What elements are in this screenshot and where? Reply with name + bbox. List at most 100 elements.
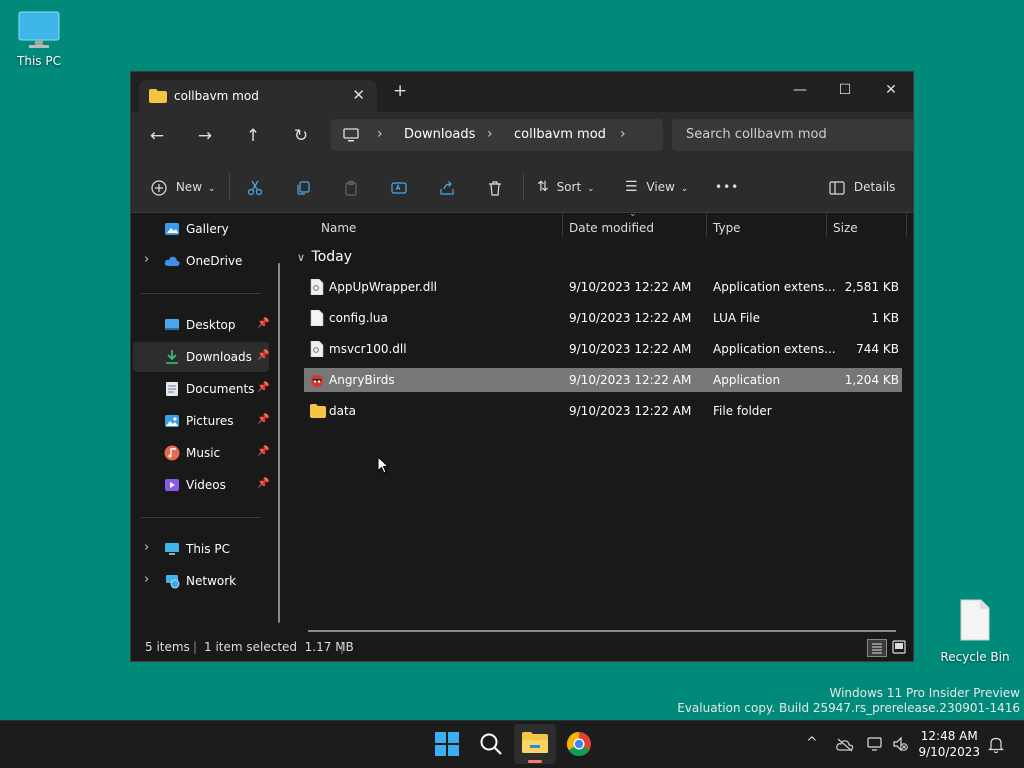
sort-button[interactable]: ⇅ Sort ⌄ <box>537 176 595 198</box>
table-row[interactable]: msvcr100.dll 9/10/2023 12:22 AM Applicat… <box>304 337 902 361</box>
search-icon[interactable] <box>478 731 504 757</box>
column-header-name[interactable]: Name <box>321 221 356 235</box>
plus-circle-icon <box>151 179 167 196</box>
divider <box>229 172 230 200</box>
column-divider[interactable] <box>706 213 707 237</box>
text-file-icon <box>310 310 324 326</box>
divider <box>523 172 524 200</box>
pin-icon[interactable]: 📌 <box>257 350 269 361</box>
search-input-placeholder: Search collbavm mod <box>686 127 827 142</box>
table-row-selected[interactable]: AngryBirds 9/10/2023 12:22 AM Applicatio… <box>304 368 902 392</box>
sidebar-item-gallery[interactable]: Gallery <box>133 214 269 244</box>
sidebar-item-documents[interactable]: Documents 📌 <box>133 374 269 404</box>
group-header-today[interactable]: ∨ Today <box>297 249 352 265</box>
breadcrumb-downloads[interactable]: Downloads <box>404 127 475 142</box>
new-tab-button[interactable]: + <box>393 83 407 100</box>
delete-button[interactable] <box>487 176 503 198</box>
close-window-button[interactable]: ✕ <box>876 78 906 102</box>
view-list-icon: ☰ <box>625 179 638 195</box>
show-hidden-icons-button[interactable]: ^ <box>806 735 818 751</box>
mouse-cursor-icon <box>377 456 389 474</box>
search-box[interactable]: Search collbavm mod <box>672 119 913 151</box>
chevron-right-icon[interactable]: › <box>144 252 149 267</box>
sidebar-item-music[interactable]: Music 📌 <box>133 438 269 468</box>
navigation-bar: ← → ↑ ↻ › Downloads › collbavm mod › Sea… <box>131 112 913 160</box>
chevron-right-icon[interactable]: › <box>144 572 149 587</box>
back-button[interactable]: ← <box>145 124 169 148</box>
column-divider[interactable] <box>906 213 907 237</box>
refresh-button[interactable]: ↻ <box>289 124 313 148</box>
gallery-icon <box>165 223 179 235</box>
table-row[interactable]: data 9/10/2023 12:22 AM File folder <box>304 399 902 423</box>
pin-icon[interactable]: 📌 <box>257 446 269 457</box>
chevron-right-icon[interactable]: › <box>144 540 149 555</box>
chevron-right-icon[interactable]: › <box>620 126 626 142</box>
system-clock[interactable]: 12:48 AM 9/10/2023 <box>918 728 980 760</box>
table-row[interactable]: AppUpWrapper.dll 9/10/2023 12:22 AM Appl… <box>304 275 902 299</box>
tab-close-button[interactable]: ✕ <box>352 86 365 104</box>
desktop-icon-label: Recycle Bin <box>940 650 1010 664</box>
maximize-button[interactable]: ☐ <box>830 78 860 102</box>
view-button-label: View <box>646 180 675 194</box>
computer-icon <box>165 543 179 555</box>
sidebar-item-desktop[interactable]: Desktop 📌 <box>133 310 269 340</box>
forward-button[interactable]: → <box>193 124 217 148</box>
more-options-button[interactable]: ••• <box>715 176 739 198</box>
up-button[interactable]: ↑ <box>241 124 265 148</box>
address-bar[interactable]: › Downloads › collbavm mod › <box>331 119 663 151</box>
recycle-bin-icon <box>960 599 990 641</box>
desktop-icon-this-pc[interactable]: This PC <box>4 10 74 68</box>
network-icon <box>166 575 180 589</box>
column-divider[interactable] <box>826 213 827 237</box>
pin-icon[interactable]: 📌 <box>257 382 269 393</box>
chevron-down-icon: ∨ <box>297 251 306 264</box>
new-button[interactable]: New ⌄ <box>151 176 215 198</box>
sidebar-item-downloads[interactable]: Downloads 📌 <box>133 342 269 372</box>
tiles-view-icon <box>892 640 906 654</box>
pin-icon[interactable]: 📌 <box>257 414 269 425</box>
taskbar: ^ 12:48 AM 9/10/2023 <box>0 720 1024 768</box>
notification-bell-icon[interactable] <box>988 736 1004 754</box>
column-header-type[interactable]: Type <box>713 221 741 235</box>
network-status-icon[interactable] <box>867 736 885 752</box>
windows-start-icon[interactable] <box>434 731 460 757</box>
onedrive-offline-icon[interactable] <box>836 738 854 752</box>
sort-indicator-icon: ⌄ <box>629 209 637 219</box>
rename-icon <box>391 181 407 194</box>
pin-icon[interactable]: 📌 <box>257 318 269 329</box>
rename-button[interactable] <box>391 176 407 198</box>
tiles-view-toggle[interactable] <box>891 639 909 657</box>
copy-button[interactable] <box>295 176 311 198</box>
sidebar-item-onedrive[interactable]: › OneDrive <box>133 246 269 276</box>
sidebar-scrollbar[interactable] <box>278 263 280 623</box>
column-divider[interactable] <box>562 213 563 237</box>
horizontal-scrollbar[interactable] <box>308 630 896 632</box>
details-pane-icon <box>829 180 845 195</box>
sort-button-label: Sort <box>556 180 582 194</box>
paste-button[interactable] <box>343 176 359 198</box>
cut-button[interactable] <box>247 176 263 198</box>
pin-icon[interactable]: 📌 <box>257 478 269 489</box>
details-view-toggle[interactable] <box>867 639 887 657</box>
view-button[interactable]: ☰ View ⌄ <box>625 176 688 198</box>
tab-collbavm-mod[interactable]: collbavm mod ✕ <box>139 80 377 112</box>
download-icon <box>166 350 178 364</box>
desktop-icon-recycle-bin[interactable]: Recycle Bin <box>940 598 1010 664</box>
music-icon <box>164 445 180 461</box>
details-button[interactable]: Details <box>829 176 895 198</box>
chrome-icon[interactable] <box>566 731 592 757</box>
sidebar-item-pictures[interactable]: Pictures 📌 <box>133 406 269 436</box>
share-button[interactable] <box>439 176 455 198</box>
minimize-button[interactable]: — <box>785 78 815 102</box>
column-header-size[interactable]: Size <box>833 221 858 235</box>
sidebar-item-videos[interactable]: Videos 📌 <box>133 470 269 500</box>
folder-icon <box>149 89 167 103</box>
volume-muted-icon[interactable] <box>892 736 908 752</box>
sidebar-item-this-pc[interactable]: › This PC <box>133 534 269 564</box>
table-row[interactable]: config.lua 9/10/2023 12:22 AM LUA File 1… <box>304 306 902 330</box>
sidebar-item-network[interactable]: › Network <box>133 566 269 596</box>
column-header-date[interactable]: Date modified <box>569 221 654 235</box>
sort-arrows-icon: ⇅ <box>537 179 549 195</box>
breadcrumb-collbavm-mod[interactable]: collbavm mod <box>514 127 606 142</box>
taskbar-file-explorer-active[interactable] <box>514 724 556 764</box>
